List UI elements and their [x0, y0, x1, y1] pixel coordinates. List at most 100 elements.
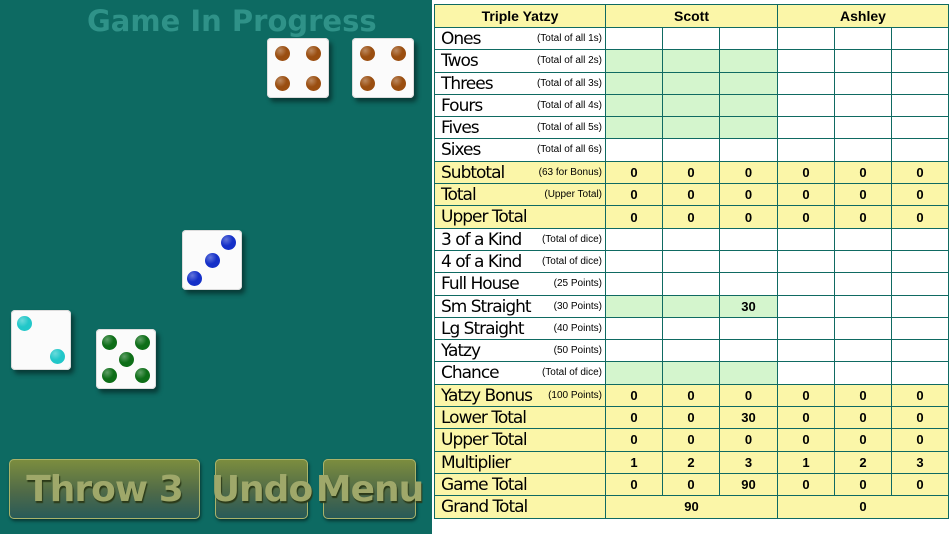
- ashley-score-cell[interactable]: [834, 93, 892, 118]
- die-pip: [118, 351, 134, 367]
- ashley-score-cell[interactable]: [891, 294, 949, 318]
- grand-total-label: Grand Total: [434, 495, 606, 519]
- ashley-score-cell[interactable]: [891, 227, 949, 251]
- scott-score-cell[interactable]: [662, 249, 720, 274]
- scott-score-cell[interactable]: [605, 116, 663, 140]
- menu-button[interactable]: Menu: [316, 459, 424, 519]
- ashley-score-cell[interactable]: [777, 361, 835, 385]
- die-pip: [360, 45, 375, 61]
- scott-score-cell[interactable]: [605, 49, 663, 73]
- scott-score-cell[interactable]: [719, 339, 778, 363]
- ashley-score-cell[interactable]: [834, 138, 892, 162]
- die-1[interactable]: [267, 38, 329, 98]
- ashley-score-cell[interactable]: [777, 339, 835, 363]
- scott-score-cell: 0: [605, 428, 663, 452]
- scott-score-cell[interactable]: [719, 249, 778, 274]
- scott-score-cell[interactable]: [662, 116, 720, 140]
- scott-score-cell[interactable]: [662, 361, 720, 385]
- ashley-score-cell[interactable]: [834, 339, 892, 363]
- ashley-score-cell[interactable]: [891, 361, 949, 385]
- ashley-score-cell[interactable]: [777, 116, 835, 140]
- scott-score-cell[interactable]: [662, 49, 720, 73]
- ashley-score-cell[interactable]: [777, 294, 835, 318]
- scott-score-cell[interactable]: [605, 272, 663, 296]
- ashley-score-cell[interactable]: [834, 71, 892, 95]
- row-label: Upper Total: [434, 428, 606, 452]
- scott-score-cell: 0: [662, 383, 720, 408]
- scott-score-cell[interactable]: [719, 71, 778, 95]
- ashley-score-cell[interactable]: [834, 294, 892, 318]
- scott-score-cell[interactable]: [605, 294, 663, 318]
- scott-score-cell[interactable]: [719, 361, 778, 385]
- scott-score-cell: 0: [662, 183, 720, 207]
- scott-score-cell[interactable]: [719, 272, 778, 296]
- scott-score-cell[interactable]: [662, 138, 720, 162]
- ashley-score-cell[interactable]: [834, 249, 892, 274]
- scott-score-cell[interactable]: [719, 316, 778, 341]
- ashley-score-cell[interactable]: [891, 116, 949, 140]
- scott-score-cell[interactable]: [662, 316, 720, 341]
- ashley-score-cell[interactable]: [891, 71, 949, 95]
- scott-score-cell[interactable]: [662, 93, 720, 118]
- scott-score-cell[interactable]: 30: [719, 294, 778, 318]
- scott-score-cell[interactable]: [662, 272, 720, 296]
- scott-score-cell[interactable]: [662, 294, 720, 318]
- scott-score-cell[interactable]: [662, 71, 720, 95]
- scott-score-cell[interactable]: [662, 227, 720, 251]
- ashley-score-cell[interactable]: [777, 26, 835, 51]
- die-3[interactable]: [182, 230, 242, 290]
- die-pip: [135, 334, 151, 350]
- undo-button[interactable]: Undo: [211, 459, 313, 519]
- ashley-score-cell[interactable]: [777, 249, 835, 274]
- scott-score-cell[interactable]: [719, 49, 778, 73]
- ashley-score-cell[interactable]: [834, 49, 892, 73]
- row-label: Ones (Total of all 1s): [434, 26, 606, 51]
- ashley-score-cell[interactable]: [777, 316, 835, 341]
- ashley-score-cell[interactable]: [777, 272, 835, 296]
- ashley-score-cell[interactable]: [891, 138, 949, 162]
- scott-score-cell[interactable]: [605, 93, 663, 118]
- scott-score-cell[interactable]: [605, 138, 663, 162]
- scott-score-cell[interactable]: [605, 361, 663, 385]
- ashley-score-cell[interactable]: [777, 138, 835, 162]
- score-row: Threes (Total of all 3s): [434, 71, 949, 95]
- ashley-score-cell[interactable]: [834, 361, 892, 385]
- scott-score-cell[interactable]: [719, 93, 778, 118]
- row-label: Game Total: [434, 472, 606, 497]
- ashley-score-cell[interactable]: [834, 26, 892, 51]
- ashley-score-cell[interactable]: [834, 116, 892, 140]
- row-hint-text: (Total of dice): [541, 255, 602, 267]
- die-2[interactable]: [352, 38, 414, 98]
- scott-score-cell[interactable]: [719, 138, 778, 162]
- ashley-score-cell[interactable]: [777, 93, 835, 118]
- row-label: Chance (Total of dice): [434, 361, 606, 385]
- ashley-score-cell[interactable]: [891, 249, 949, 274]
- scott-score-cell[interactable]: [719, 227, 778, 251]
- row-hint-text: (Total of all 4s): [536, 99, 602, 111]
- ashley-score-cell[interactable]: [834, 227, 892, 251]
- throw-button[interactable]: Throw 3: [9, 459, 200, 519]
- scott-score-cell[interactable]: [605, 316, 663, 341]
- scott-score-cell[interactable]: [662, 26, 720, 51]
- scott-score-cell[interactable]: [662, 339, 720, 363]
- ashley-score-cell[interactable]: [891, 26, 949, 51]
- ashley-score-cell[interactable]: [777, 71, 835, 95]
- scott-score-cell[interactable]: [605, 26, 663, 51]
- ashley-score-cell[interactable]: [891, 316, 949, 341]
- scott-score-cell[interactable]: [605, 249, 663, 274]
- die-4[interactable]: [11, 310, 71, 370]
- scott-score-cell[interactable]: [719, 26, 778, 51]
- ashley-score-cell[interactable]: [891, 49, 949, 73]
- ashley-score-cell[interactable]: [891, 93, 949, 118]
- die-5[interactable]: [96, 329, 156, 389]
- ashley-score-cell[interactable]: [834, 272, 892, 296]
- scott-score-cell[interactable]: [605, 339, 663, 363]
- ashley-score-cell[interactable]: [777, 49, 835, 73]
- scott-score-cell[interactable]: [719, 116, 778, 140]
- ashley-score-cell[interactable]: [891, 272, 949, 296]
- scott-score-cell[interactable]: [605, 227, 663, 251]
- ashley-score-cell[interactable]: [777, 227, 835, 251]
- scott-score-cell[interactable]: [605, 71, 663, 95]
- ashley-score-cell[interactable]: [891, 339, 949, 363]
- ashley-score-cell[interactable]: [834, 316, 892, 341]
